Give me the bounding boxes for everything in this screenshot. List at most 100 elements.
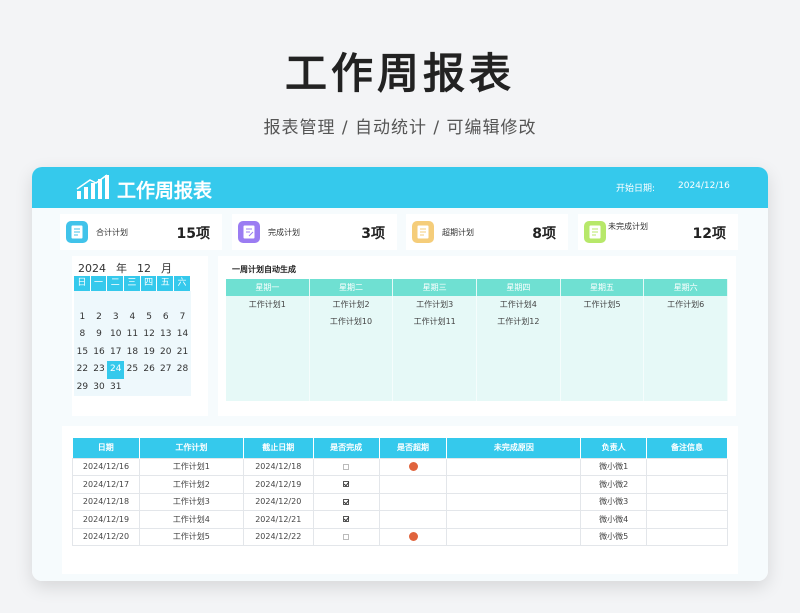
calendar-day[interactable]: 5 (141, 309, 158, 327)
owner-cell: 微小微3 (580, 492, 648, 511)
calendar-day[interactable]: 30 (91, 379, 108, 397)
calendar-day[interactable]: 28 (174, 361, 191, 379)
checkbox-checked-icon[interactable] (343, 498, 350, 505)
date-cell: 2024/12/18 (72, 492, 140, 511)
calendar-day[interactable]: 6 (157, 309, 174, 327)
note-cell[interactable] (646, 475, 728, 494)
plan-table: 日期 工作计划 截止日期 是否完成 是否超期 未完成原因 负责人 备注信息 2024/12/1… (72, 438, 728, 546)
plan-item[interactable]: 工作计划12 (477, 316, 560, 333)
calendar-day[interactable]: 11 (124, 326, 141, 344)
owner-cell: 微小微4 (580, 510, 648, 529)
calendar-day[interactable]: 17 (107, 344, 124, 362)
bar-chart-logo-icon (76, 174, 109, 199)
calendar-day[interactable]: 23 (91, 361, 108, 379)
weekly-plan-title: 一周计划自动生成 (232, 265, 296, 274)
checkbox-checked-icon[interactable] (343, 481, 350, 488)
stat-value: 12项 (692, 226, 726, 242)
stat-label: 未完成计划 (608, 222, 648, 231)
calendar-day[interactable]: 21 (174, 344, 191, 362)
calendar-day[interactable]: 4 (124, 309, 141, 327)
calendar-day[interactable]: 27 (157, 361, 174, 379)
calendar-week-row: 22 23 24 25 26 27 28 (74, 361, 191, 379)
plan-item[interactable]: 工作计划10 (310, 316, 393, 333)
table-row: 2024/12/20 工作计划5 2024/12/22 微小微5 (72, 527, 728, 546)
calendar-day[interactable]: 1 (74, 309, 91, 327)
table-header-row: 日期 工作计划 截止日期 是否完成 是否超期 未完成原因 负责人 备注信息 (72, 438, 728, 458)
deadline-cell: 2024/12/22 (242, 527, 314, 546)
calendar-day[interactable]: 10 (107, 326, 124, 344)
overdue-cell (378, 527, 448, 546)
calendar-day[interactable]: 2 (91, 309, 108, 327)
calendar-day[interactable]: 13 (157, 326, 174, 344)
checkbox-icon[interactable] (343, 463, 350, 470)
calendar-day[interactable]: 16 (91, 344, 108, 362)
calendar-week-row: 8 9 10 11 12 13 14 (74, 326, 191, 344)
calendar-month[interactable]: 12 (137, 262, 151, 275)
overdue-cell (378, 457, 448, 476)
deadline-cell: 2024/12/20 (242, 492, 314, 511)
calendar-day[interactable]: 14 (174, 326, 191, 344)
calendar-day[interactable]: 25 (124, 361, 141, 379)
banner-title: 工作周报表 (117, 180, 213, 202)
table-row: 2024/12/17 工作计划2 2024/12/19 微小微2 (72, 475, 728, 494)
plan-item[interactable]: 工作计划4 (477, 299, 560, 316)
stat-label: 超期计划 (442, 228, 474, 237)
calendar-days: 1 2 3 4 5 6 7 8 9 10 11 12 13 14 15 16 17 18 19 20 21 22 23 24 2… (74, 291, 191, 396)
reason-cell[interactable] (446, 457, 582, 476)
overdue-dot-icon (408, 532, 418, 542)
plan-item[interactable]: 工作计划11 (393, 316, 476, 333)
weekday-label: 六 (174, 276, 191, 291)
calendar-day[interactable]: 19 (141, 344, 158, 362)
calendar-day[interactable]: 7 (174, 309, 191, 327)
owner-cell: 微小微5 (580, 527, 648, 546)
calendar-day[interactable]: 22 (74, 361, 91, 379)
note-cell[interactable] (646, 510, 728, 529)
plan-item[interactable]: 工作计划5 (561, 299, 644, 316)
calendar-day[interactable]: 29 (74, 379, 91, 397)
calendar-day[interactable]: 20 (157, 344, 174, 362)
reason-cell[interactable] (446, 527, 582, 546)
reason-cell[interactable] (446, 492, 582, 511)
start-date-value[interactable]: 2024/12/16 (678, 181, 730, 191)
plan-item[interactable]: 工作计划6 (644, 299, 727, 316)
done-cell (312, 457, 380, 476)
checkbox-checked-icon[interactable] (343, 516, 350, 523)
stat-label: 完成计划 (268, 228, 300, 237)
plan-item[interactable]: 工作计划1 (226, 299, 309, 316)
calendar-day[interactable]: 8 (74, 326, 91, 344)
table-header-cell: 负责人 (580, 438, 648, 458)
calendar-day[interactable]: 3 (107, 309, 124, 327)
done-cell (312, 527, 380, 546)
note-cell[interactable] (646, 457, 728, 476)
calendar-day[interactable]: 31 (107, 379, 124, 397)
calendar-day[interactable]: 26 (141, 361, 158, 379)
calendar-day[interactable]: 9 (91, 326, 108, 344)
checkbox-icon[interactable] (343, 533, 350, 540)
stat-unfinished: 未完成计划 12项 (578, 214, 738, 250)
weekday-header: 星期二 (310, 279, 394, 296)
calendar-day[interactable]: 24 (107, 361, 125, 379)
report-card: 工作周报表 开始日期: 2024/12/16 合计计划 15项 完成计划 3项 … (32, 167, 768, 581)
calendar-day (157, 379, 174, 397)
weekday-label: 五 (157, 276, 175, 291)
plan-item[interactable]: 工作计划3 (393, 299, 476, 316)
calendar-day[interactable]: 15 (74, 344, 91, 362)
calendar-week-row (74, 291, 191, 309)
document-icon (66, 221, 88, 243)
reason-cell[interactable] (446, 510, 582, 529)
overdue-dot-icon (408, 462, 418, 472)
calendar-day[interactable]: 18 (124, 344, 141, 362)
stat-completed: 完成计划 3项 (232, 214, 397, 250)
plan-item[interactable]: 工作计划2 (310, 299, 393, 316)
calendar-week-row: 15 16 17 18 19 20 21 (74, 344, 191, 362)
weekday-column: 工作计划5 (561, 296, 645, 401)
calendar-day[interactable]: 12 (141, 326, 158, 344)
note-cell[interactable] (646, 492, 728, 511)
calendar-day (91, 291, 108, 309)
reason-cell[interactable] (446, 475, 582, 494)
calendar-year[interactable]: 2024 (78, 262, 106, 275)
weekday-column: 工作计划6 (644, 296, 729, 401)
note-cell[interactable] (646, 527, 728, 546)
document-icon (412, 221, 434, 243)
calendar-year-unit: 年 (116, 262, 127, 275)
